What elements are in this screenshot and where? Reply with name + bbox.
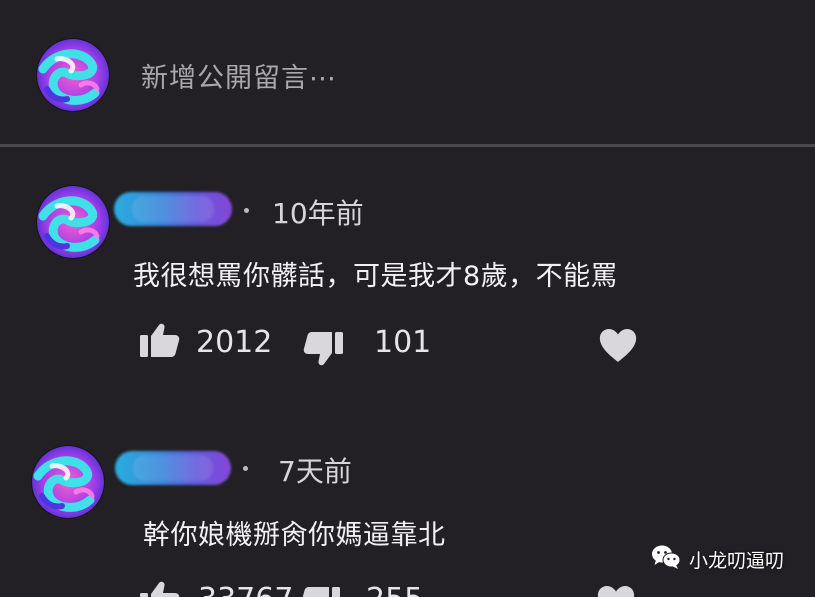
- like-icon[interactable]: [140, 580, 180, 597]
- avatar-swirl-image: [37, 186, 109, 258]
- comments-screen: 新增公開留言⋯ 10年前 我很想罵你髒話，可是我才8歲，不能罵 2012 101…: [0, 0, 815, 597]
- comment-timestamp[interactable]: 7天前: [278, 450, 352, 490]
- creator-heart-icon[interactable]: [597, 586, 635, 597]
- add-comment-row[interactable]: 新增公開留言⋯: [0, 0, 815, 146]
- avatar-swirl-image: [37, 39, 109, 111]
- dislike-icon[interactable]: [303, 331, 343, 371]
- commenter-avatar[interactable]: [32, 446, 104, 518]
- like-count: 33767: [198, 582, 293, 597]
- username-redacted[interactable]: [114, 192, 232, 226]
- user-avatar[interactable]: [37, 39, 109, 111]
- comment-text: 我很想罵你髒話，可是我才8歲，不能罵: [133, 261, 619, 292]
- like-count: 2012: [196, 325, 273, 360]
- username-redacted[interactable]: [115, 451, 231, 485]
- commenter-avatar[interactable]: [37, 186, 109, 258]
- separator-dot: [243, 466, 248, 471]
- creator-heart-icon[interactable]: [599, 329, 637, 367]
- section-divider: [0, 144, 815, 147]
- dislike-count: 101: [374, 325, 432, 360]
- add-comment-input[interactable]: 新增公開留言⋯: [141, 56, 337, 95]
- dislike-count: 255: [366, 582, 423, 597]
- watermark-label: 小龙叨逼叨: [689, 550, 785, 572]
- comment-timestamp[interactable]: 10年前: [272, 192, 364, 232]
- comment-text: 幹你娘機掰肏你媽逼靠北: [143, 520, 446, 551]
- like-icon[interactable]: [140, 322, 180, 362]
- avatar-swirl-image: [32, 446, 104, 518]
- separator-dot: [244, 208, 249, 213]
- wechat-icon: [651, 544, 681, 575]
- watermark: 小龙叨逼叨: [651, 544, 784, 575]
- dislike-icon[interactable]: [300, 586, 340, 597]
